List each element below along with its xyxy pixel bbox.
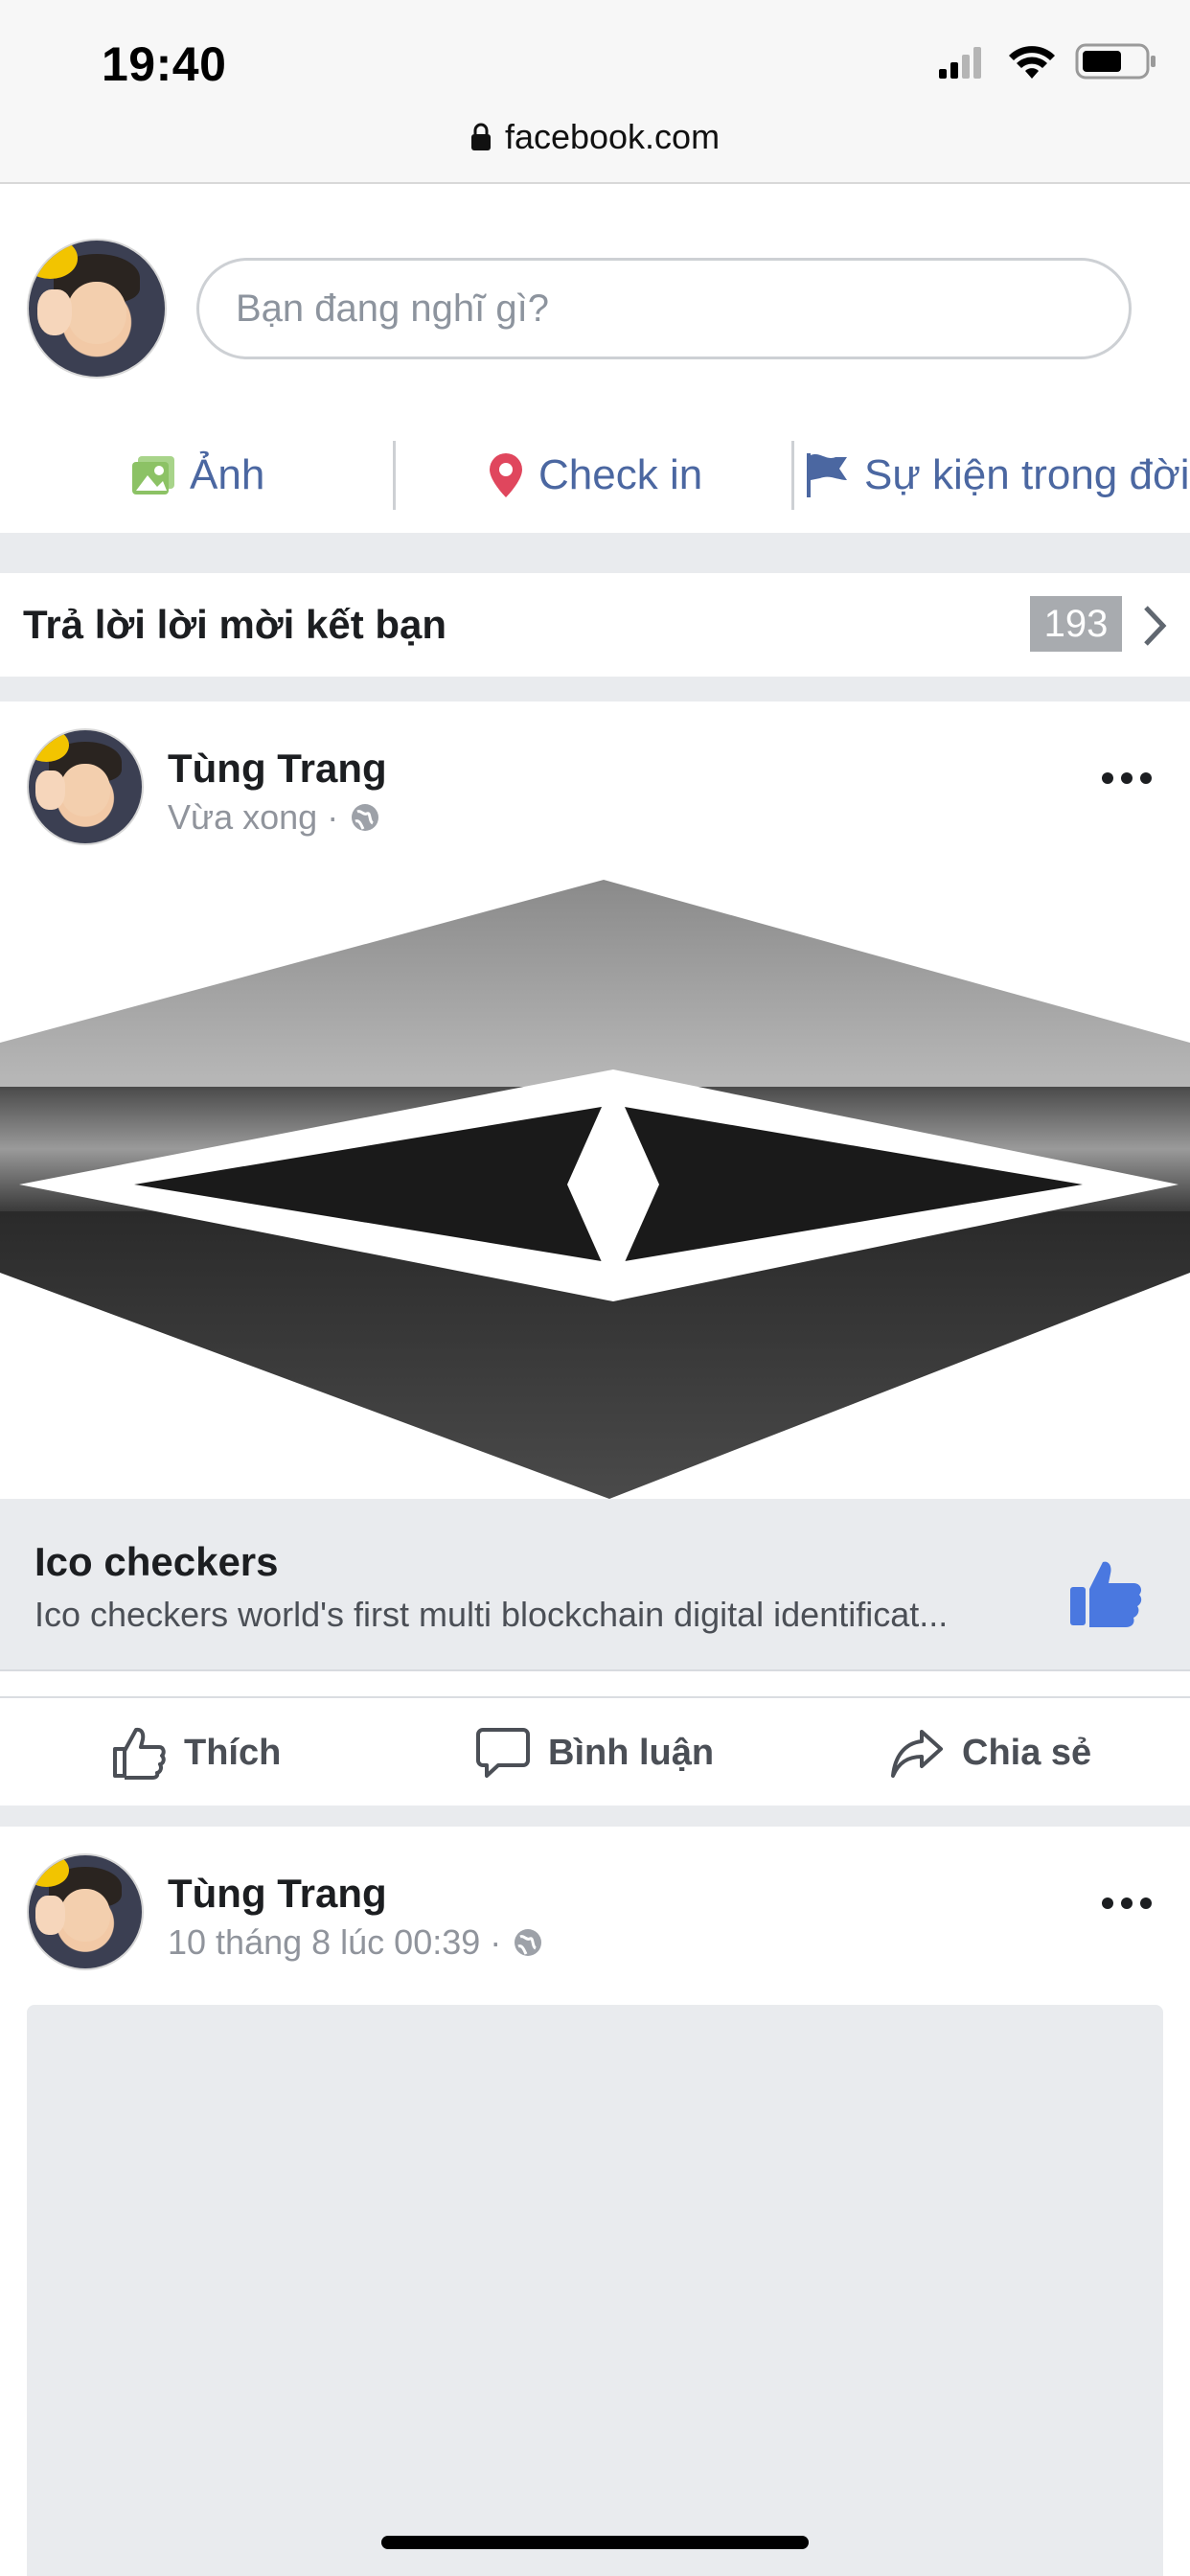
ico-checkers-logo — [0, 880, 1190, 1499]
like-label: Thích — [184, 1732, 282, 1773]
home-indicator[interactable] — [381, 2536, 809, 2549]
post-header: Tùng Trang 10 tháng 8 lúc 00:39 · — [0, 1827, 1190, 2005]
post-author[interactable]: Tùng Trang — [168, 746, 387, 792]
like-page-icon[interactable] — [1068, 1556, 1145, 1629]
life-event-button[interactable]: Sự kiện trong đời — [805, 437, 1190, 514]
location-pin-icon — [490, 453, 522, 497]
composer-divider — [791, 441, 794, 510]
feed-separator — [0, 1806, 1190, 1827]
comment-label: Bình luận — [548, 1732, 715, 1773]
composer-input[interactable]: Bạn đang nghĩ gì? — [196, 258, 1132, 359]
like-button[interactable]: Thích — [111, 1698, 281, 1807]
flag-icon — [807, 453, 847, 497]
friend-requests-row[interactable]: Trả lời lời mời kết bạn 193 — [0, 573, 1190, 677]
page: 19:40 facebook.com Bạn đang nghĩ gì? Ảnh… — [0, 0, 1190, 2576]
link-description: Ico checkers world's first multi blockch… — [34, 1595, 949, 1634]
share-icon — [891, 1730, 943, 1778]
share-button[interactable]: Chia sẻ — [889, 1698, 1091, 1807]
globe-icon — [515, 1929, 542, 1956]
friend-requests-label: Trả lời lời mời kết bạn — [23, 602, 447, 647]
post-timestamp: 10 tháng 8 lúc 00:39 · — [168, 1922, 502, 1962]
photo-icon — [132, 456, 174, 494]
comment-icon — [476, 1728, 530, 1778]
post-actions: Thích Bình luận Chia sẻ — [0, 1696, 1190, 1806]
lock-icon — [470, 123, 491, 150]
url-text: facebook.com — [504, 117, 721, 156]
battery-icon — [1075, 43, 1156, 80]
share-label: Chia sẻ — [962, 1732, 1092, 1773]
post-meta: Vừa xong · — [168, 797, 380, 838]
status-time: 19:40 — [102, 37, 227, 91]
post-avatar[interactable] — [27, 728, 144, 845]
post-options-icon[interactable] — [1102, 1898, 1152, 1917]
url-bar[interactable]: facebook.com — [0, 113, 1190, 161]
comment-button[interactable]: Bình luận — [475, 1698, 714, 1807]
check-in-label: Check in — [538, 451, 703, 498]
post-author[interactable]: Tùng Trang — [168, 1871, 387, 1917]
avatar[interactable] — [27, 239, 167, 379]
feed-separator — [0, 533, 1190, 573]
photo-button[interactable]: Ảnh — [130, 437, 264, 514]
photo-label: Ảnh — [190, 451, 265, 498]
chevron-right-icon — [1144, 606, 1167, 646]
status-icons — [939, 43, 1156, 80]
composer-divider — [393, 441, 396, 510]
post-link-image[interactable] — [0, 880, 1190, 1499]
post-meta: 10 tháng 8 lúc 00:39 · — [168, 1922, 543, 1963]
life-event-label: Sự kiện trong đời — [864, 451, 1190, 498]
like-icon — [113, 1727, 166, 1780]
check-in-button[interactable]: Check in — [487, 437, 702, 514]
post-header: Tùng Trang Vừa xong · — [0, 702, 1190, 880]
cellular-signal-icon — [939, 47, 981, 79]
browser-top-bar: 19:40 facebook.com — [0, 0, 1190, 184]
feed-separator — [0, 677, 1190, 702]
wifi-icon — [1009, 46, 1055, 79]
post-avatar[interactable] — [27, 1853, 144, 1970]
post-media-placeholder[interactable] — [27, 2005, 1163, 2576]
friend-requests-count: 193 — [1030, 596, 1122, 652]
post-options-icon[interactable] — [1102, 772, 1152, 792]
globe-icon — [352, 804, 379, 831]
link-title: Ico checkers — [34, 1539, 279, 1584]
post-timestamp: Vừa xong · — [168, 797, 339, 837]
post-link-preview[interactable]: Ico checkers Ico checkers world's first … — [0, 1499, 1190, 1671]
